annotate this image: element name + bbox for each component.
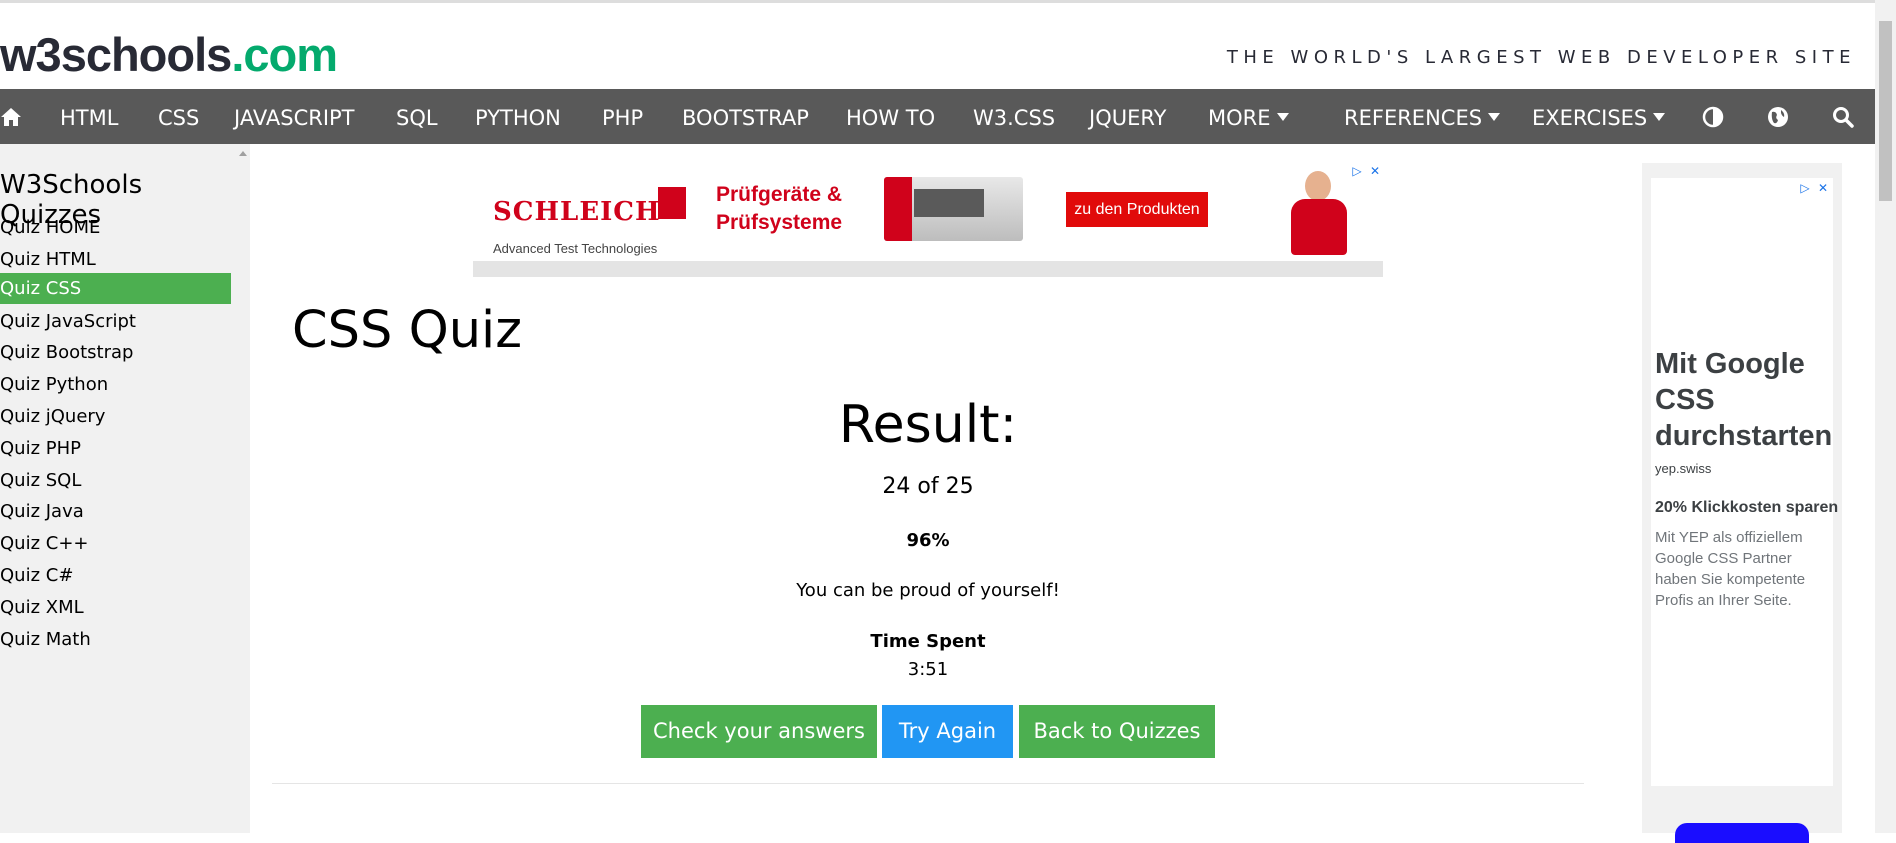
globe-icon[interactable] [1767, 89, 1789, 144]
sidebar-item-quiz-java[interactable]: Quiz Java [0, 496, 231, 527]
sidebar-item-quiz-python[interactable]: Quiz Python [0, 369, 231, 400]
home-icon[interactable] [0, 89, 22, 144]
ad-brand-subtitle: Advanced Test Technologies [493, 241, 658, 256]
close-icon[interactable]: ✕ [1815, 180, 1831, 196]
logo-main-text: w3schools [0, 28, 232, 81]
nav-w3css[interactable]: W3.CSS [973, 89, 1055, 144]
top-navigation: HTML CSS JAVASCRIPT SQL PYTHON PHP BOOTS… [0, 89, 1875, 144]
close-icon[interactable]: ✕ [1367, 163, 1383, 179]
site-tagline: THE WORLD'S LARGEST WEB DEVELOPER SITE [1226, 47, 1856, 68]
chevron-down-icon [1488, 113, 1501, 121]
right-ad-subheadline: 20% Klickkosten sparen [1655, 499, 1839, 516]
nav-more-dropdown[interactable]: MORE [1208, 89, 1289, 144]
ad-cta-button[interactable]: zu den Produkten [1066, 192, 1208, 227]
sidebar-item-quiz-cpp[interactable]: Quiz C++ [0, 528, 231, 559]
nav-exercises-label: EXERCISES [1532, 106, 1648, 130]
result-heading: Result: [838, 395, 1018, 455]
right-ad-panel[interactable]: ▷ ✕ Mit Google CSS durchstarten yep.swis… [1642, 163, 1842, 843]
nav-references-label: REFERENCES [1344, 106, 1483, 130]
ad-bottom-bar [473, 261, 1383, 277]
chevron-down-icon [1276, 113, 1289, 121]
page-title: CSS Quiz [292, 301, 522, 360]
schleich-mark-icon [658, 187, 686, 219]
try-again-button[interactable]: Try Again [882, 705, 1013, 758]
nav-jquery[interactable]: JQUERY [1089, 89, 1166, 144]
check-answers-button[interactable]: Check your answers [641, 705, 877, 758]
sidebar-item-quiz-css[interactable]: Quiz CSS [0, 273, 231, 304]
nav-exercises-dropdown[interactable]: EXERCISES [1532, 89, 1666, 144]
ad-choices[interactable]: ▷ ✕ [1797, 180, 1831, 196]
sidebar-item-quiz-csharp[interactable]: Quiz C# [0, 560, 231, 591]
browser-top-border [0, 0, 1896, 3]
sidebar-scrollbar[interactable] [239, 144, 250, 833]
sidebar-item-quiz-home[interactable]: Quiz HOME [0, 212, 231, 243]
contrast-icon[interactable] [1702, 89, 1724, 144]
nav-how-to[interactable]: HOW TO [846, 89, 935, 144]
ad-info-icon[interactable]: ▷ [1797, 180, 1813, 196]
sidebar-item-quiz-sql[interactable]: Quiz SQL [0, 465, 231, 496]
divider [272, 783, 1584, 784]
page-scrollbar[interactable] [1875, 0, 1896, 833]
ad-brand-name: SCHLEICH [493, 197, 661, 227]
sidebar-item-quiz-javascript[interactable]: Quiz JavaScript [0, 306, 231, 337]
logo-com-text: .com [231, 28, 338, 81]
sidebar-item-quiz-html[interactable]: Quiz HTML [0, 244, 231, 275]
score-percent: 96% [906, 530, 950, 551]
ad-choices[interactable]: ▷ ✕ [1349, 163, 1383, 179]
chevron-down-icon [1653, 113, 1666, 121]
nav-css[interactable]: CSS [158, 89, 199, 144]
top-ad-banner[interactable]: SCHLEICH Advanced Test Technologies Prüf… [473, 163, 1383, 277]
sidebar-item-quiz-math[interactable]: Quiz Math [0, 624, 231, 655]
schleich-logo: SCHLEICH Advanced Test Technologies [493, 177, 686, 256]
nav-more-label: MORE [1208, 106, 1271, 130]
nav-python[interactable]: PYTHON [475, 89, 561, 144]
w3schools-logo[interactable]: w3schools.com [0, 25, 338, 85]
scroll-up-arrow-icon[interactable] [239, 151, 247, 156]
nav-html[interactable]: HTML [60, 89, 118, 144]
quiz-sidebar: W3Schools Quizzes Quiz HOME Quiz HTML Qu… [0, 144, 250, 833]
scrollbar-thumb[interactable] [1879, 21, 1892, 201]
ad-info-icon[interactable]: ▷ [1349, 163, 1365, 179]
right-ad-domain: yep.swiss [1655, 461, 1712, 476]
nav-javascript[interactable]: JAVASCRIPT [234, 89, 355, 144]
right-ad-button[interactable] [1675, 823, 1809, 843]
back-to-quizzes-button[interactable]: Back to Quizzes [1019, 705, 1215, 758]
right-ad-headline[interactable]: Mit Google CSS durchstarten [1655, 346, 1835, 454]
nav-bootstrap[interactable]: BOOTSTRAP [682, 89, 809, 144]
ad-device-image [884, 177, 1023, 241]
sidebar-item-quiz-jquery[interactable]: Quiz jQuery [0, 401, 231, 432]
nav-sql[interactable]: SQL [396, 89, 438, 144]
ad-headline: Prüfgeräte & Prüfsysteme [716, 183, 843, 234]
right-ad-card[interactable]: ▷ ✕ [1651, 178, 1833, 786]
sidebar-item-quiz-php[interactable]: Quiz PHP [0, 433, 231, 464]
ad-person-image [1273, 165, 1363, 261]
result-message: You can be proud of yourself! [796, 580, 1060, 601]
score-text: 24 of 25 [882, 474, 974, 499]
time-spent-label: Time Spent [870, 631, 986, 652]
sidebar-item-quiz-bootstrap[interactable]: Quiz Bootstrap [0, 337, 231, 368]
time-spent-value: 3:51 [907, 659, 949, 680]
nav-references-dropdown[interactable]: REFERENCES [1344, 89, 1501, 144]
search-icon[interactable] [1832, 89, 1854, 144]
sidebar-item-quiz-xml[interactable]: Quiz XML [0, 592, 231, 623]
right-ad-body: Mit YEP als offiziellem Google CSS Partn… [1655, 529, 1806, 609]
nav-php[interactable]: PHP [602, 89, 643, 144]
